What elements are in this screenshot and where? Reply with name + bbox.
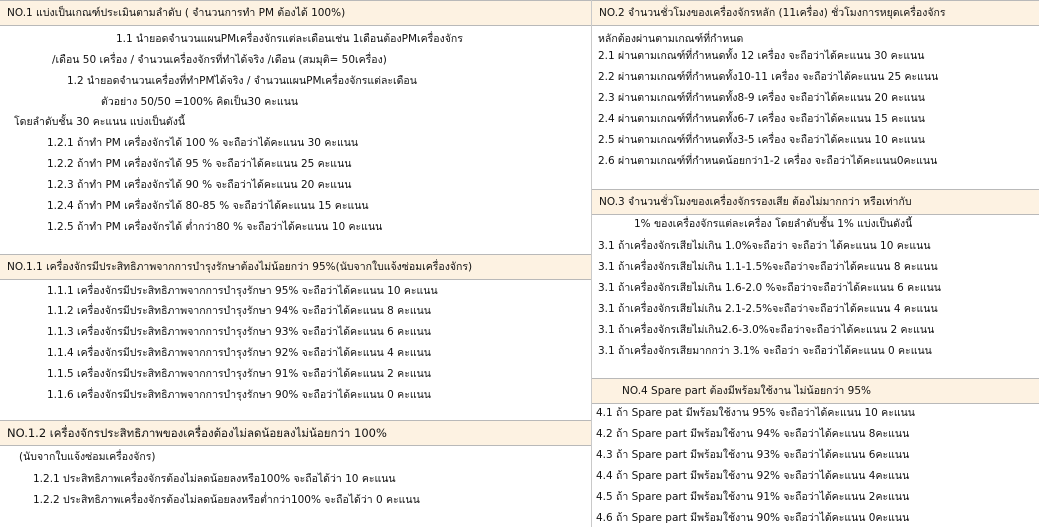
section-no4-line: 4.3 ถ้า Spare part มีพร้อมใช้งาน 93% จะถ… bbox=[596, 449, 910, 461]
section-no2-line: หลักต้องผ่านตามเกณฑ์ที่กำหนด bbox=[598, 33, 744, 45]
section-no1-1-line: 1.1.5 เครื่องจักรมีประสิทธิภาพจากการบำรุ… bbox=[47, 368, 431, 380]
section-no4: NO.4 Spare part ต้องมีพร้อมใช้งาน ไม่น้อ… bbox=[592, 378, 1039, 404]
section-no4-line: 4.2 ถ้า Spare part มีพร้อมใช้งาน 94% จะถ… bbox=[596, 428, 910, 440]
section-no1-line: 1.1 นำยอดจำนวนแผนPMเครื่องจักรแต่ละเดือน… bbox=[116, 33, 463, 45]
section-no2-line: 2.5 ผ่านตามเกณฑ์ที่กำหนดทั้ง3-5 เครื่อง … bbox=[598, 134, 925, 146]
section-no3-line: 3.1 ถ้าเครื่องจักรเสียไม่เกิน 1.6-2.0 %จ… bbox=[598, 282, 941, 294]
section-no1-1-line: 1.1.2 เครื่องจักรมีประสิทธิภาพจากการบำรุ… bbox=[47, 305, 431, 317]
section-no1-line: โดยลำดับชั้น 30 คะแนน แบ่งเป็นดังนี้ bbox=[14, 116, 186, 128]
section-no2-line: 2.2 ผ่านตามเกณฑ์ที่กำหนดทั้ง10-11 เครื่อ… bbox=[598, 71, 939, 83]
section-no2-line: 2.3 ผ่านตามเกณฑ์ที่กำหนดทั้ง8-9 เครื่อง … bbox=[598, 92, 925, 104]
section-no1-line: 1.2.4 ถ้าทำ PM เครื่องจักรได้ 80-85 % จะ… bbox=[47, 200, 369, 212]
section-no2-header: NO.2 จำนวนชั่วโมงของเครื่องจักรหลัก (11เ… bbox=[592, 0, 1039, 26]
section-no2-line: 2.6 ผ่านตามเกณฑ์ที่กำหนดน้อยกว่า1-2 เครื… bbox=[598, 155, 938, 167]
section-no3-line: 3.1 ถ้าเครื่องจักรเสียไม่เกิน2.6-3.0%จะถ… bbox=[598, 324, 935, 336]
section-no2-line: 2.1 ผ่านตามเกณฑ์ที่กำหนดทั้ง 12 เครื่อง … bbox=[598, 50, 925, 62]
section-no1-1-line: 1.1.6 เครื่องจักรมีประสิทธิภาพจากการบำรุ… bbox=[47, 389, 431, 401]
section-no4-line: 4.4 ถ้า Spare part มีพร้อมใช้งาน 92% จะถ… bbox=[596, 470, 910, 482]
section-no1-line: 1.2.1 ถ้าทำ PM เครื่องจักรได้ 100 % จะถื… bbox=[47, 137, 359, 149]
section-no1-1-header: NO.1.1 เครื่องจักรมีประสิทธิภาพจากการบำร… bbox=[0, 254, 591, 280]
section-no3-line: 3.1 ถ้าเครื่องจักรเสียมากกว่า 3.1% จะถือ… bbox=[598, 345, 932, 357]
section-no1-header: NO.1 แบ่งเป็นเกณฑ์ประเมินตามลำดับ ( จำนว… bbox=[0, 0, 591, 26]
section-no1-line: 1.2 นำยอดจำนวนเครื่องที่ทำPMได้จริง / จำ… bbox=[67, 75, 417, 87]
section-no4-line: 4.1 ถ้า Spare pat มีพร้อมใช้งาน 95% จะถื… bbox=[596, 407, 915, 419]
section-no3: NO.3 จำนวนชั่วโมงของเครื่องจักรรองเสีย ต… bbox=[592, 189, 1039, 215]
section-no1-line: 1.2.3 ถ้าทำ PM เครื่องจักรได้ 90 % จะถือ… bbox=[47, 179, 352, 191]
section-no1: NO.1 แบ่งเป็นเกณฑ์ประเมินตามลำดับ ( จำนว… bbox=[0, 0, 591, 26]
section-no1-1: NO.1.1 เครื่องจักรมีประสิทธิภาพจากการบำร… bbox=[0, 254, 591, 280]
section-no2: NO.2 จำนวนชั่วโมงของเครื่องจักรหลัก (11เ… bbox=[592, 0, 1039, 26]
section-no1-1-line: 1.1.1 เครื่องจักรมีประสิทธิภาพจากการบำรุ… bbox=[47, 285, 438, 297]
section-no1-line: ตัวอย่าง 50/50 =100% คิดเป็น30 คะแนน bbox=[101, 96, 299, 108]
section-no1-2-line: 1.2.1 ประสิทธิภาพเครื่องจักรต้องไม่ลดน้อ… bbox=[33, 473, 396, 485]
section-no1-2: NO.1.2 เครื่องจักรประสิทธิภาพของเครื่องต… bbox=[0, 420, 591, 446]
section-no4-line: 4.5 ถ้า Spare part มีพร้อมใช้งาน 91% จะถ… bbox=[596, 491, 910, 503]
section-no3-line: 1% ของเครื่องจักรแต่ละเครื่อง โดยลำดับชั… bbox=[634, 218, 913, 230]
section-no4-line: 4.6 ถ้า Spare part มีพร้อมใช้งาน 90% จะถ… bbox=[596, 512, 910, 524]
section-no3-line: 3.1 ถ้าเครื่องจักรเสียไม่เกิน 2.1-2.5%จะ… bbox=[598, 303, 938, 315]
section-no2-line: 2.4 ผ่านตามเกณฑ์ที่กำหนดทั้ง6-7 เครื่อง … bbox=[598, 113, 925, 125]
column-divider bbox=[591, 0, 592, 527]
section-no1-line: 1.2.5 ถ้าทำ PM เครื่องจักรได้ ต่ำกว่า80 … bbox=[47, 221, 383, 233]
section-no3-line: 3.1 ถ้าเครื่องจักรเสียไม่เกิน 1.0%จะถือว… bbox=[598, 240, 931, 252]
section-no4-header: NO.4 Spare part ต้องมีพร้อมใช้งาน ไม่น้อ… bbox=[592, 378, 1039, 404]
section-no3-line: 3.1 ถ้าเครื่องจักรเสียไม่เกิน 1.1-1.5%จะ… bbox=[598, 261, 938, 273]
section-no1-line: /เดือน 50 เครื่อง / จำนวนเครื่องจักรที่ท… bbox=[52, 54, 387, 66]
section-no1-line: 1.2.2 ถ้าทำ PM เครื่องจักรได้ 95 % จะถือ… bbox=[47, 158, 352, 170]
section-no1-1-line: 1.1.4 เครื่องจักรมีประสิทธิภาพจากการบำรุ… bbox=[47, 347, 431, 359]
section-no1-2-line: 1.2.2 ประสิทธิภาพเครื่องจักรต้องไม่ลดน้อ… bbox=[33, 494, 420, 506]
section-no1-2-header: NO.1.2 เครื่องจักรประสิทธิภาพของเครื่องต… bbox=[0, 420, 591, 446]
section-no1-2-line: (นับจากใบแจ้งซ่อมเครื่องจักร) bbox=[19, 451, 156, 463]
section-no1-1-line: 1.1.3 เครื่องจักรมีประสิทธิภาพจากการบำรุ… bbox=[47, 326, 431, 338]
section-no3-header: NO.3 จำนวนชั่วโมงของเครื่องจักรรองเสีย ต… bbox=[592, 189, 1039, 215]
